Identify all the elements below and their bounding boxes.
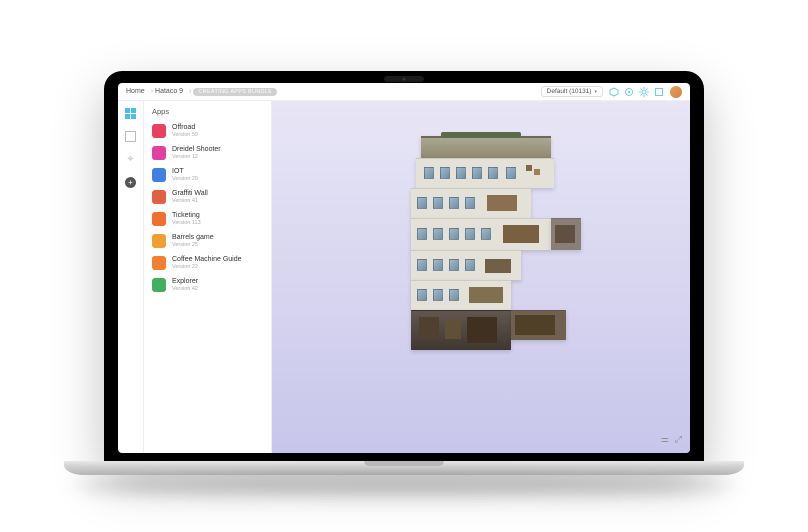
box-icon[interactable] xyxy=(654,87,664,97)
target-icon[interactable] xyxy=(624,87,634,97)
rail-location-icon[interactable]: ⌖ xyxy=(124,153,137,166)
dropdown-label: Default (10131) xyxy=(547,88,592,95)
app-version: Version 41 xyxy=(172,198,208,204)
app-screen: Home › Hataco 9 › CREATING APPS BUNDLE D… xyxy=(118,83,690,453)
building-model xyxy=(411,136,571,366)
app-name: Dreidel Shooter xyxy=(172,146,221,154)
app-name: Graffiti Wall xyxy=(172,190,208,198)
app-version: Version 12 xyxy=(172,154,221,160)
viewport-3d[interactable]: ⚌ ⤢ xyxy=(272,101,690,453)
rail-scene-icon[interactable] xyxy=(124,130,137,143)
app-name: IOT xyxy=(172,168,198,176)
app-item[interactable]: OffroadVersion 59 xyxy=(144,120,271,142)
app-name: Ticketing xyxy=(172,212,201,220)
app-version: Version 59 xyxy=(172,132,198,138)
app-item[interactable]: TicketingVersion 113 xyxy=(144,208,271,230)
gear-icon[interactable] xyxy=(639,87,649,97)
app-item[interactable]: IOTVersion 29 xyxy=(144,164,271,186)
app-item[interactable]: Coffee Machine GuideVersion 22 xyxy=(144,252,271,274)
chevron-right-icon: › xyxy=(189,88,191,95)
app-icon xyxy=(152,256,166,270)
app-name: Barrels game xyxy=(172,234,214,242)
sliders-icon[interactable]: ⚌ xyxy=(661,434,669,445)
expand-icon[interactable]: ⤢ xyxy=(675,434,682,445)
status-badge: CREATING APPS BUNDLE xyxy=(193,88,277,96)
breadcrumb-home[interactable]: Home xyxy=(126,88,145,95)
app-item[interactable]: Dreidel ShooterVersion 12 xyxy=(144,142,271,164)
apps-panel: Apps OffroadVersion 59Dreidel ShooterVer… xyxy=(144,101,272,453)
camera-notch xyxy=(384,76,424,82)
cube-icon[interactable] xyxy=(609,87,619,97)
toolbar-icons xyxy=(609,87,664,97)
app-icon xyxy=(152,124,166,138)
app-item[interactable]: Graffiti WallVersion 41 xyxy=(144,186,271,208)
app-version: Version 113 xyxy=(172,220,201,226)
app-version: Version 22 xyxy=(172,264,242,270)
viewer-bottom-tools: ⚌ ⤢ xyxy=(661,434,682,445)
app-icon xyxy=(152,190,166,204)
app-icon xyxy=(152,212,166,226)
chevron-right-icon: › xyxy=(151,88,153,95)
laptop-shadow xyxy=(74,477,734,495)
app-name: Offroad xyxy=(172,124,198,132)
breadcrumb-project[interactable]: Hataco 9 xyxy=(155,88,183,95)
app-icon xyxy=(152,234,166,248)
avatar[interactable] xyxy=(670,86,682,98)
app-name: Coffee Machine Guide xyxy=(172,256,242,264)
chevron-down-icon: ▾ xyxy=(594,89,597,95)
layout-dropdown[interactable]: Default (10131) ▾ xyxy=(541,86,603,97)
app-icon xyxy=(152,146,166,160)
rail-apps-icon[interactable] xyxy=(124,107,137,120)
laptop-base xyxy=(64,461,744,475)
app-version: Version 25 xyxy=(172,242,214,248)
panel-title: Apps xyxy=(144,105,271,120)
app-icon xyxy=(152,168,166,182)
app-version: Version 42 xyxy=(172,286,198,292)
app-icon xyxy=(152,278,166,292)
app-item[interactable]: ExplorerVersion 42 xyxy=(144,274,271,296)
rail-add-icon[interactable]: + xyxy=(124,176,137,189)
top-bar: Home › Hataco 9 › CREATING APPS BUNDLE D… xyxy=(118,83,690,101)
app-name: Explorer xyxy=(172,278,198,286)
laptop-frame: Home › Hataco 9 › CREATING APPS BUNDLE D… xyxy=(104,71,704,461)
left-rail: ⌖ + xyxy=(118,101,144,453)
app-list: OffroadVersion 59Dreidel ShooterVersion … xyxy=(144,120,271,296)
main-body: ⌖ + Apps OffroadVersion 59Dreidel Shoote… xyxy=(118,101,690,453)
app-version: Version 29 xyxy=(172,176,198,182)
app-item[interactable]: Barrels gameVersion 25 xyxy=(144,230,271,252)
